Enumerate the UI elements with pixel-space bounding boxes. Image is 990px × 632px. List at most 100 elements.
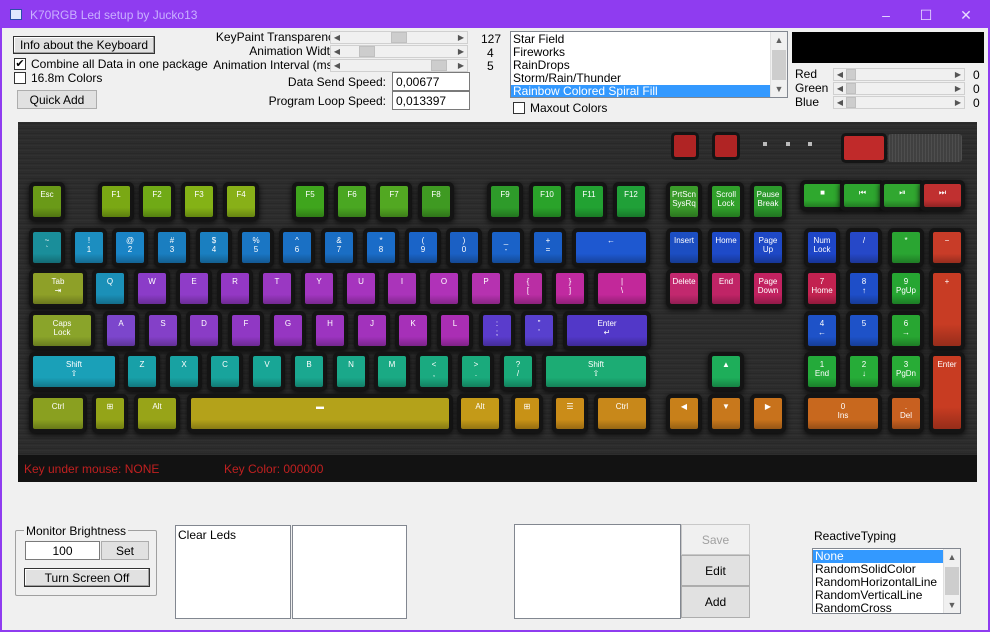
close-button[interactable]: ✕	[944, 2, 988, 28]
key[interactable]: Page Down	[754, 273, 782, 304]
keyboard-canvas[interactable]: Esc F1 F2 F3 F4 F5 F6 F7 F8 F9 F10 F11 F12 PrtScn SysR…	[18, 122, 977, 482]
volume-roller[interactable]	[888, 134, 962, 162]
key[interactable]: L	[441, 315, 469, 346]
combine-checkbox[interactable]: ✔	[14, 58, 26, 70]
key[interactable]: Alt	[138, 398, 176, 429]
key[interactable]: F12	[617, 186, 645, 217]
scroll-left-icon[interactable]: ◀	[331, 60, 343, 71]
key[interactable]: ◀	[670, 398, 698, 429]
slider-thumb[interactable]	[359, 46, 375, 57]
scroll-right-icon[interactable]: ▶	[952, 69, 964, 80]
key[interactable]: PrtScn SysRq	[670, 186, 698, 217]
effects-list[interactable]: Star Field Fireworks RainDrops Storm/Rain/T…	[510, 31, 788, 98]
scroll-left-icon[interactable]: ◀	[834, 69, 846, 80]
key[interactable]: D	[190, 315, 218, 346]
key[interactable]: " '	[525, 315, 553, 346]
key[interactable]: K	[399, 315, 427, 346]
key[interactable]: Z	[128, 356, 156, 387]
quick-add-button[interactable]: Quick Add	[17, 90, 97, 109]
maximize-button[interactable]: ☐	[904, 2, 948, 28]
key[interactable]: O	[430, 273, 458, 304]
key[interactable]: Pause Break	[754, 186, 782, 217]
key[interactable]: Shift ⇧	[33, 356, 115, 387]
key[interactable]: Ctrl	[598, 398, 646, 429]
scroll-right-icon[interactable]: ▶	[455, 46, 467, 57]
key[interactable]: V	[253, 356, 281, 387]
chevron-down-icon[interactable]: ▼	[771, 81, 787, 97]
slider-thumb[interactable]	[431, 60, 447, 71]
key[interactable]: Y	[305, 273, 333, 304]
key[interactable]: + =	[534, 232, 562, 263]
key[interactable]: Enter ↵	[567, 315, 647, 346]
add-button[interactable]: Add	[681, 586, 750, 618]
scroll-thumb[interactable]	[772, 50, 786, 80]
reactive-typing-list[interactable]: None RandomSolidColor RandomHorizontalLine…	[812, 548, 961, 614]
key[interactable]: +	[933, 273, 961, 346]
key[interactable]: >.	[462, 356, 490, 387]
red-slider[interactable]: ◀ ▶	[833, 68, 965, 81]
key[interactable]: C	[211, 356, 239, 387]
scroll-left-icon[interactable]: ◀	[331, 46, 343, 57]
brightness-field[interactable]: 100	[25, 541, 100, 560]
key[interactable]: Page Up	[754, 232, 782, 263]
key[interactable]: Delete	[670, 273, 698, 304]
key[interactable]: F5	[296, 186, 324, 217]
key[interactable]: /	[850, 232, 878, 263]
colors-16m-checkbox[interactable]	[14, 72, 26, 84]
key[interactable]: F9	[491, 186, 519, 217]
key[interactable]: ■	[804, 184, 841, 207]
list-item[interactable]: Rainbow Colored Spiral Fill	[511, 85, 787, 97]
key[interactable]: F7	[380, 186, 408, 217]
slider-thumb[interactable]	[391, 32, 407, 43]
key[interactable]: F	[232, 315, 260, 346]
key[interactable]: % 5	[242, 232, 270, 263]
key[interactable]: :;	[483, 315, 511, 346]
green-slider[interactable]: ◀ ▶	[833, 82, 965, 95]
key[interactable]: F4	[227, 186, 255, 217]
key[interactable]: ⊞	[515, 398, 539, 429]
scroll-left-icon[interactable]: ◀	[331, 32, 343, 43]
key[interactable]: . Del	[892, 398, 920, 429]
list-item[interactable]: Clear Leds	[176, 529, 290, 542]
key[interactable]: 5	[850, 315, 878, 346]
scroll-right-icon[interactable]: ▶	[952, 83, 964, 94]
slider-thumb[interactable]	[846, 69, 856, 80]
key[interactable]: F1	[102, 186, 130, 217]
program-loop-speed-field[interactable]: 0,013397	[392, 91, 470, 110]
key[interactable]: ▬	[191, 398, 449, 429]
key[interactable]: End	[712, 273, 740, 304]
key[interactable]: *	[892, 232, 920, 263]
key[interactable]: T	[263, 273, 291, 304]
key[interactable]: 8 ↑	[850, 273, 878, 304]
slider-thumb[interactable]	[846, 97, 856, 108]
key[interactable]: ) 0	[450, 232, 478, 263]
key[interactable]: A	[107, 315, 135, 346]
key[interactable]: F11	[575, 186, 603, 217]
key[interactable]: ▼	[712, 398, 740, 429]
key[interactable]: ⏮	[844, 184, 881, 207]
key[interactable]: M	[378, 356, 406, 387]
key[interactable]: S	[149, 315, 177, 346]
scroll-right-icon[interactable]: ▶	[952, 97, 964, 108]
mute-icon[interactable]	[844, 136, 884, 160]
key[interactable]: ☰	[556, 398, 584, 429]
key[interactable]: N	[337, 356, 365, 387]
key[interactable]: J	[358, 315, 386, 346]
key[interactable]: ⏭	[924, 184, 961, 207]
key[interactable]: Shift ⇧	[546, 356, 646, 387]
key[interactable]: {[	[514, 273, 542, 304]
key[interactable]: U	[347, 273, 375, 304]
key[interactable]: }]	[556, 273, 584, 304]
set-brightness-button[interactable]: Set	[101, 541, 149, 560]
scroll-right-icon[interactable]: ▶	[455, 60, 467, 71]
key[interactable]: 0 Ins	[808, 398, 878, 429]
macro-detail-list[interactable]	[292, 525, 407, 619]
key[interactable]: Enter	[933, 356, 961, 429]
key[interactable]: @2	[116, 232, 144, 263]
key[interactable]: Alt	[461, 398, 499, 429]
key[interactable]: * 8	[367, 232, 395, 263]
minimize-button[interactable]: ‒	[864, 2, 908, 28]
key[interactable]: Caps Lock	[33, 315, 91, 346]
animation-width-slider[interactable]: ◀ ▶	[330, 45, 468, 58]
blue-slider[interactable]: ◀ ▶	[833, 96, 965, 109]
